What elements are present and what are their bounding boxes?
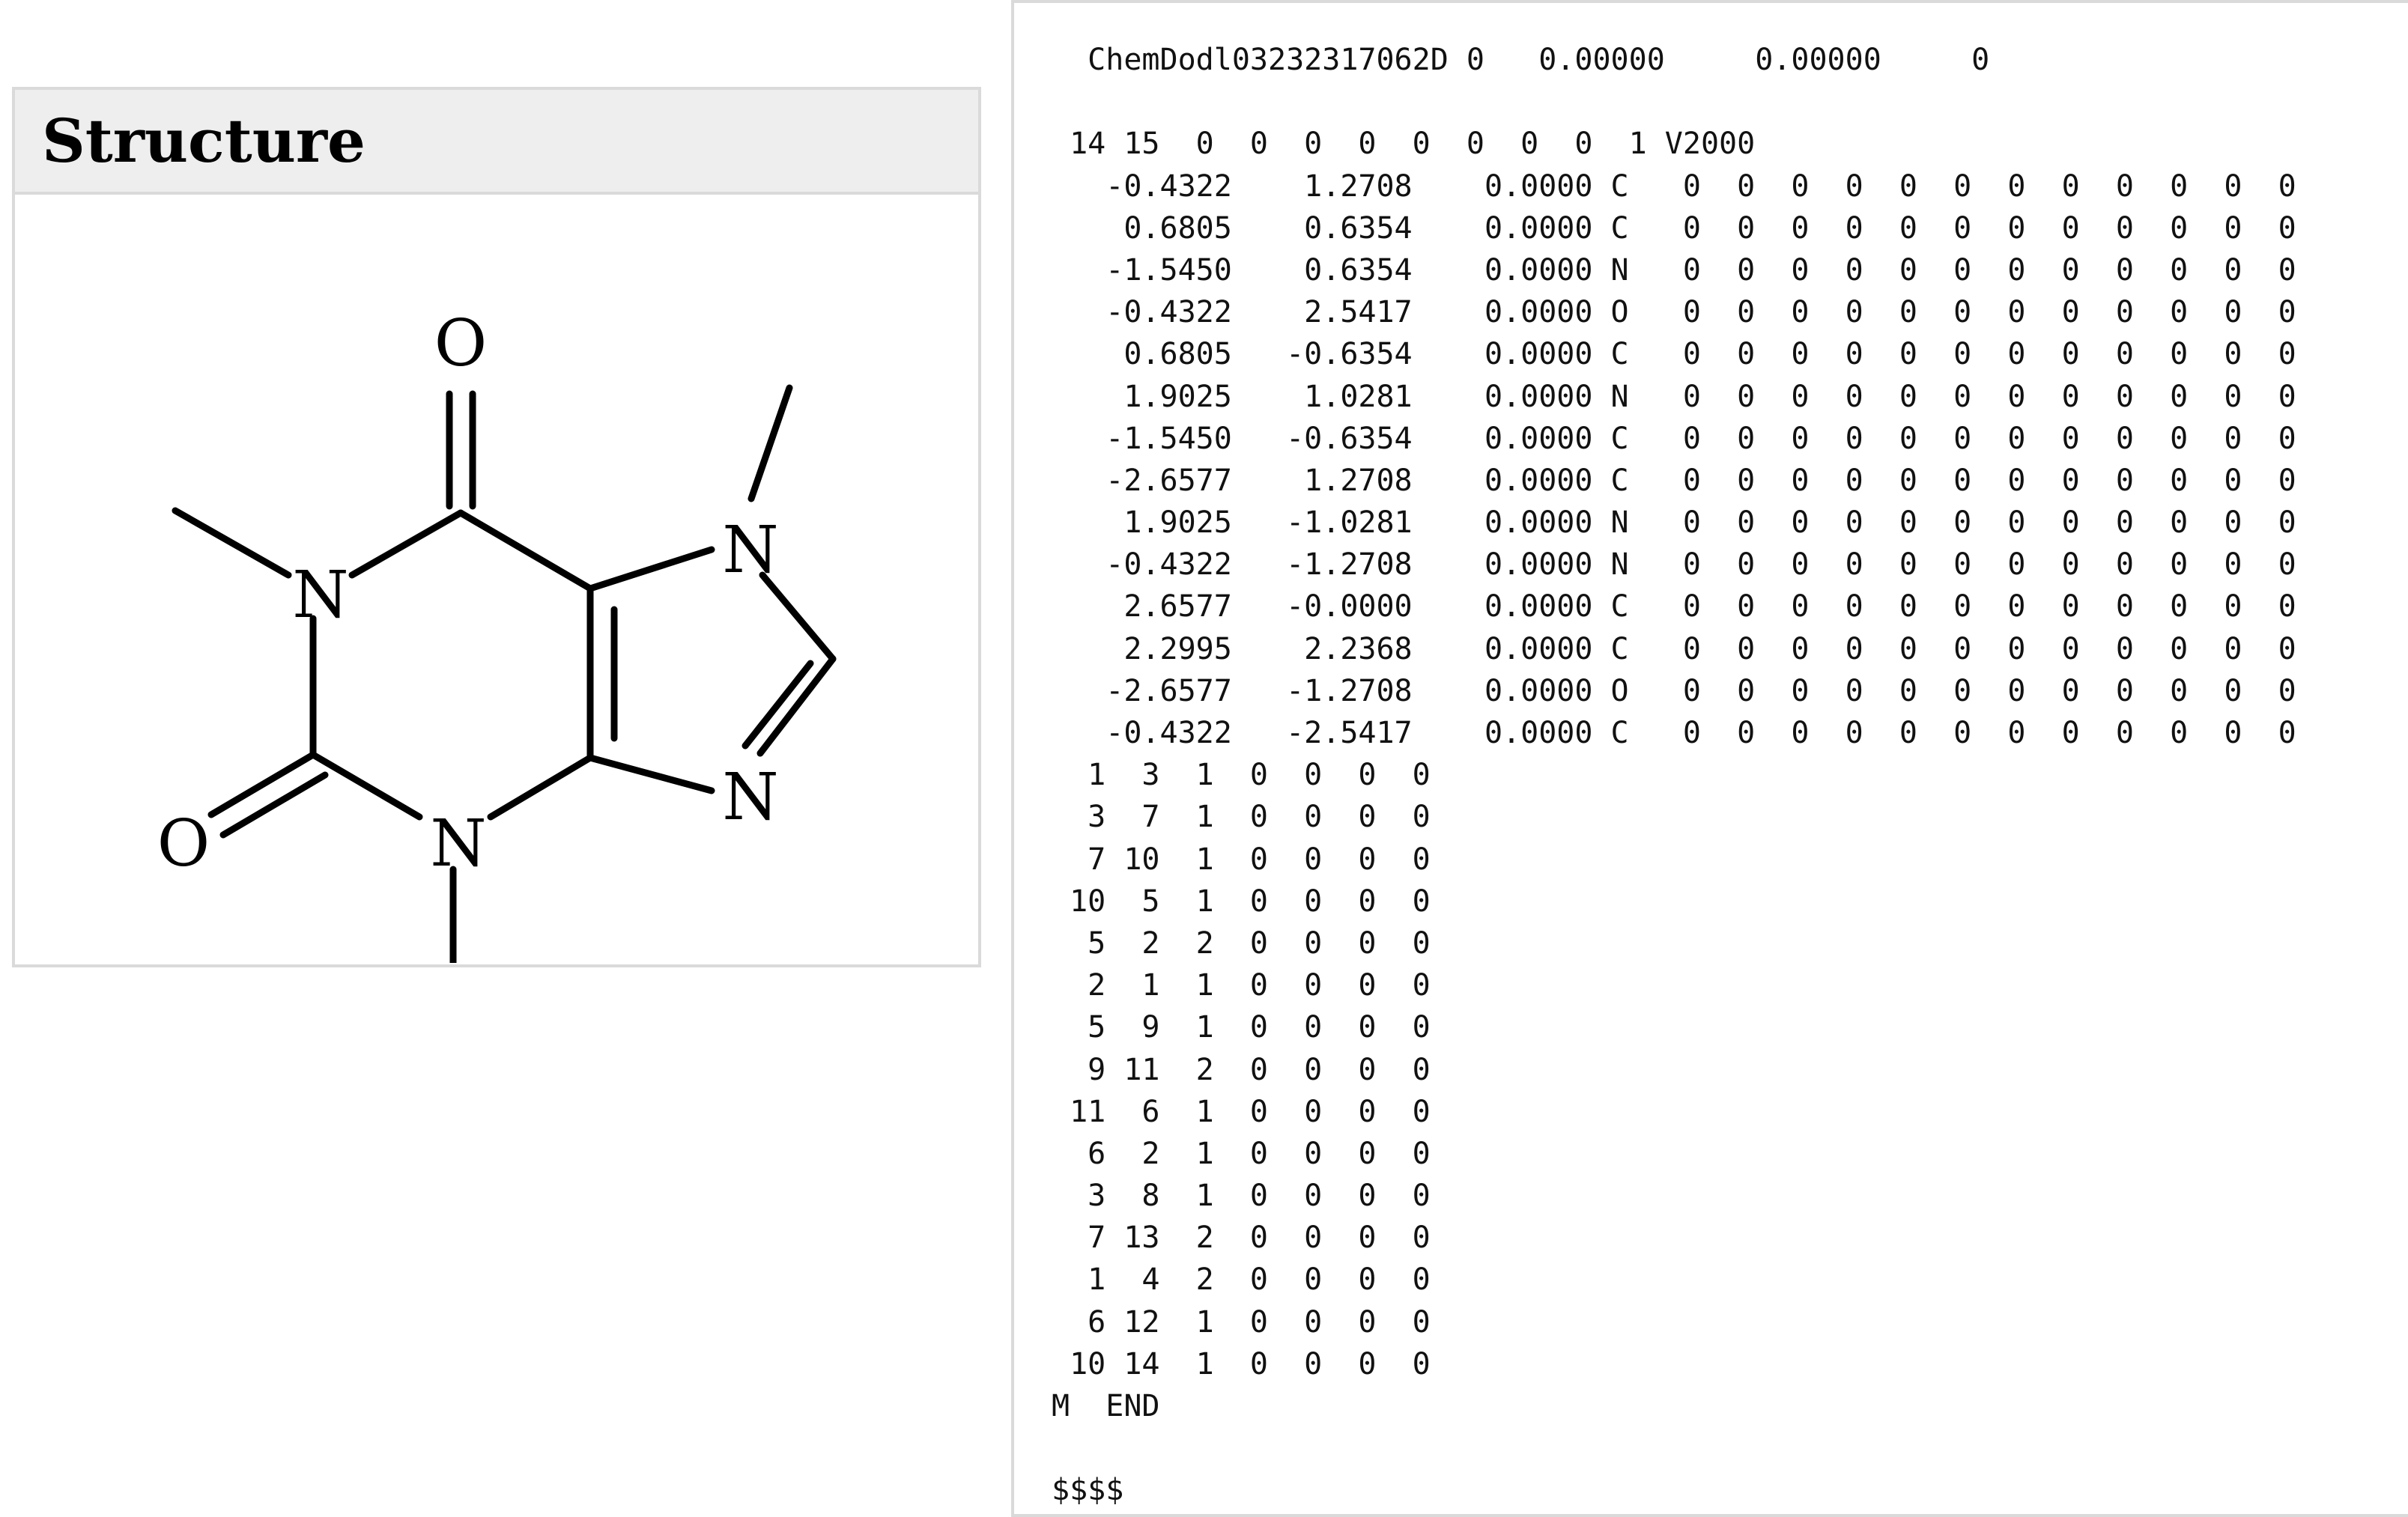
molfile-line: -1.5450 0.6354 0.0000 N 0 0 0 0 0 0 0 0 … xyxy=(1052,252,2296,288)
molfile-line: 9 11 2 0 0 0 0 xyxy=(1052,1052,1431,1087)
molfile-line: 10 5 1 0 0 0 0 xyxy=(1052,884,1431,919)
molfile-line: 1.9025 1.0281 0.0000 N 0 0 0 0 0 0 0 0 0… xyxy=(1052,379,2296,414)
molfile-line: 1 4 2 0 0 0 0 xyxy=(1052,1262,1431,1298)
molfile-line: 2.2995 2.2368 0.0000 C 0 0 0 0 0 0 0 0 0… xyxy=(1052,631,2296,666)
molfile-line: 3 8 1 0 0 0 0 xyxy=(1052,1179,1431,1214)
molfile-line: 6 12 1 0 0 0 0 xyxy=(1052,1304,1431,1340)
bond-n3-c4 xyxy=(487,754,594,821)
caffeine-structure-diagram: O N N N N O xyxy=(157,306,837,963)
molfile-line: $$$$ xyxy=(1052,1473,1124,1508)
molfile-line: 2 1 1 0 0 0 0 xyxy=(1052,968,1431,1003)
bond-c2-o-left-a xyxy=(207,751,317,818)
molfile-line: 10 14 1 0 0 0 0 xyxy=(1052,1346,1431,1381)
molfile-line: 5 9 1 0 0 0 0 xyxy=(1052,1010,1431,1045)
bond-n1-methyl xyxy=(172,507,292,579)
molfile-line: -0.4322 1.2708 0.0000 C 0 0 0 0 0 0 0 0 … xyxy=(1052,168,2296,204)
bond-c6-n1 xyxy=(348,509,464,579)
atom-o-left: O xyxy=(157,806,210,881)
bond-c8-n9 xyxy=(756,655,837,757)
atom-o-top: O xyxy=(434,306,488,381)
molfile-line: 5 2 2 0 0 0 0 xyxy=(1052,925,1431,961)
bond-n7-methyl xyxy=(747,384,793,502)
molfile-line: -2.6577 -1.2708 0.0000 O 0 0 0 0 0 0 0 0… xyxy=(1052,673,2296,708)
structure-header: Structure xyxy=(15,90,978,195)
molfile-line xyxy=(1052,1427,2296,1469)
bond-c6-c5 xyxy=(457,509,594,592)
structure-title: Structure xyxy=(42,106,366,176)
molfile-line: 0.6805 -0.6354 0.0000 C 0 0 0 0 0 0 0 0 … xyxy=(1052,337,2296,372)
molfile-line: -0.4322 2.5417 0.0000 O 0 0 0 0 0 0 0 0 … xyxy=(1052,295,2296,330)
molfile-line: 6 2 1 0 0 0 0 xyxy=(1052,1136,1431,1171)
molfile-line: 2.6577 -0.0000 0.0000 C 0 0 0 0 0 0 0 0 … xyxy=(1052,589,2296,624)
molfile-line: M END xyxy=(1052,1389,1160,1423)
structure-panel: Structure O N N N N O xyxy=(12,87,981,967)
molfile-line: -0.4322 -2.5417 0.0000 C 0 0 0 0 0 0 0 0… xyxy=(1052,716,2296,750)
bond-n9-c4 xyxy=(586,754,715,794)
molfile-line: -2.6577 1.2708 0.0000 C 0 0 0 0 0 0 0 0 … xyxy=(1052,463,2296,498)
atom-n9: N xyxy=(722,760,778,835)
atom-n1: N xyxy=(292,558,348,633)
molfile-line xyxy=(1052,81,2296,123)
molfile-text: ChemDodl03232317062D 0 0.00000 0.00000 0… xyxy=(1052,39,2296,1512)
atom-n3: N xyxy=(430,806,486,881)
molfile-line: 14 15 0 0 0 0 0 0 0 0 1 V2000 xyxy=(1052,127,1756,162)
molfile-line: 3 7 1 0 0 0 0 xyxy=(1052,800,1431,835)
molfile-panel: ChemDodl03232317062D 0 0.00000 0.00000 0… xyxy=(1011,0,2408,1517)
molfile-line: 0.6805 0.6354 0.0000 C 0 0 0 0 0 0 0 0 0… xyxy=(1052,210,2296,246)
molfile-line: ChemDodl03232317062D 0 0.00000 0.00000 0 xyxy=(1052,43,1990,77)
molfile-line: 7 10 1 0 0 0 0 xyxy=(1052,842,1431,877)
molfile-line: 11 6 1 0 0 0 0 xyxy=(1052,1094,1431,1129)
molfile-line: -0.4322 -1.2708 0.0000 N 0 0 0 0 0 0 0 0… xyxy=(1052,547,2296,583)
bond-c2-n3 xyxy=(309,751,423,821)
molfile-line: 1.9025 -1.0281 0.0000 N 0 0 0 0 0 0 0 0 … xyxy=(1052,505,2296,541)
molfile-line: 1 3 1 0 0 0 0 xyxy=(1052,758,1431,793)
atom-n7: N xyxy=(722,513,778,588)
molfile-line: 7 13 2 0 0 0 0 xyxy=(1052,1220,1431,1256)
bond-c5-n7 xyxy=(586,546,715,592)
molfile-line: -1.5450 -0.6354 0.0000 C 0 0 0 0 0 0 0 0… xyxy=(1052,421,2296,456)
bond-c2-o-left-b xyxy=(219,771,329,839)
